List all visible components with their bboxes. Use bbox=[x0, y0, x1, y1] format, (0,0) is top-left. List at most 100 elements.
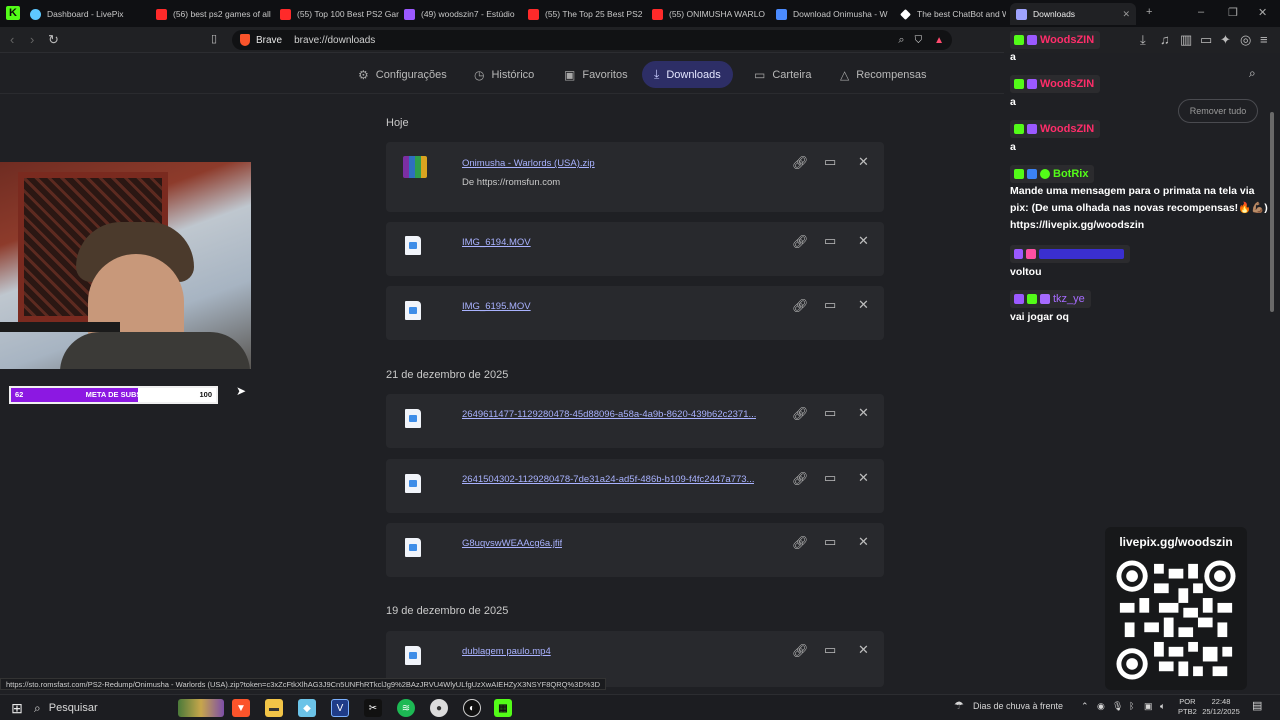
tab-downloads[interactable]: Downloads ✕ bbox=[1010, 3, 1136, 25]
tab-romsfun[interactable]: Download Onimusha - W bbox=[776, 3, 896, 25]
language-indicator[interactable]: POR PTB2 bbox=[1178, 697, 1197, 717]
file-name-link[interactable]: dublagem paulo.mp4 bbox=[462, 646, 551, 657]
brave-taskbar-icon[interactable]: ▼ bbox=[232, 699, 250, 717]
show-in-folder-icon[interactable]: ▭ bbox=[824, 297, 836, 313]
remove-item-icon[interactable]: ✕ bbox=[858, 405, 869, 421]
username: tkz_ye bbox=[1053, 293, 1085, 305]
remove-item-icon[interactable]: ✕ bbox=[858, 642, 869, 658]
vegas-icon[interactable]: V bbox=[331, 699, 349, 717]
clock[interactable]: 22:48 25/12/2025 bbox=[1201, 697, 1241, 717]
tab-livepix[interactable]: Dashboard - LivePix bbox=[30, 3, 152, 25]
file-name-link[interactable]: G8uqvswWEAAcg6a.jfif bbox=[462, 538, 562, 549]
copy-link-icon[interactable]: 🔗︎ bbox=[792, 535, 809, 551]
copy-link-icon[interactable]: 🔗︎ bbox=[792, 406, 809, 422]
show-in-folder-icon[interactable]: ▭ bbox=[824, 405, 836, 421]
music-icon[interactable]: ♫ bbox=[1160, 32, 1170, 47]
brave-shields-button-icon[interactable]: ⛉ bbox=[915, 35, 923, 46]
capcut-icon[interactable]: ✂ bbox=[364, 699, 382, 717]
show-in-folder-icon[interactable]: ▭ bbox=[824, 233, 836, 249]
obs-icon[interactable]: ◐ bbox=[463, 699, 481, 717]
nav-downloads[interactable]: ⤓ Downloads bbox=[642, 61, 733, 88]
back-icon[interactable]: ‹ bbox=[10, 32, 14, 47]
tray-app-icon[interactable]: ◉ bbox=[1097, 701, 1105, 712]
tab-youtube-1[interactable]: (56) best ps2 games of all bbox=[156, 3, 276, 25]
file-name-link[interactable]: IMG_6194.MOV bbox=[462, 237, 531, 248]
leo-ai-icon[interactable]: ✦ bbox=[1220, 32, 1231, 48]
windows-start-icon[interactable]: ⊞ bbox=[8, 699, 26, 717]
scrollbar-thumb[interactable] bbox=[1270, 112, 1274, 312]
file-name-link[interactable]: 2649611477-1129280478-45d88096-a58a-4a9b… bbox=[462, 409, 756, 420]
sidebar-icon[interactable]: ▥ bbox=[1180, 32, 1192, 48]
minimize-icon[interactable]: – bbox=[1198, 6, 1204, 18]
bookmark-icon[interactable]: ▯ bbox=[211, 32, 217, 45]
remove-item-icon[interactable]: ✕ bbox=[858, 154, 869, 170]
pcsx2-icon[interactable]: ▦ bbox=[494, 699, 512, 717]
tab-youtube-2[interactable]: (55) Top 100 Best PS2 Gar bbox=[280, 3, 400, 25]
file-name-link[interactable]: Onimusha - Warlords (USA).zip bbox=[462, 158, 595, 169]
restore-icon[interactable]: ❐ bbox=[1228, 6, 1238, 19]
scrollbar[interactable] bbox=[1269, 92, 1275, 688]
notification-icon[interactable]: ▤ bbox=[1252, 699, 1262, 712]
weather-text[interactable]: Dias de chuva à frente bbox=[973, 701, 1063, 711]
nav-history[interactable]: ◷ Histórico bbox=[462, 61, 546, 88]
zoom-icon[interactable]: ⌕ bbox=[898, 34, 904, 47]
tab-title: (55) ONIMUSHA WARLO bbox=[669, 9, 766, 19]
show-in-folder-icon[interactable]: ▭ bbox=[824, 470, 836, 486]
tab-youtube-4[interactable]: (55) ONIMUSHA WARLO bbox=[652, 3, 772, 25]
kick-logo-icon[interactable]: K bbox=[6, 6, 20, 20]
chat-username: WoodsZIN bbox=[1010, 120, 1101, 138]
remove-item-icon[interactable]: ✕ bbox=[858, 297, 869, 313]
file-explorer-icon[interactable]: ▬ bbox=[265, 699, 283, 717]
url-text[interactable]: brave://downloads bbox=[294, 35, 375, 46]
tab-chatbot[interactable]: The best ChatBot and W bbox=[900, 3, 1006, 25]
remove-item-icon[interactable]: ✕ bbox=[858, 233, 869, 249]
mouse-cursor-icon: ➤ bbox=[236, 384, 247, 398]
tab-studio[interactable]: (49) woodszin7 - Estúdio bbox=[404, 3, 524, 25]
copy-link-icon[interactable]: 🔗︎ bbox=[792, 643, 809, 659]
copy-link-icon[interactable]: 🔗︎ bbox=[792, 234, 809, 250]
mic-badge-icon bbox=[1027, 124, 1037, 134]
nav-wallet[interactable]: ▭ Carteira bbox=[742, 61, 823, 88]
close-window-icon[interactable]: ✕ bbox=[1258, 6, 1267, 19]
microphone-icon[interactable]: 🎙︎ bbox=[1112, 701, 1123, 712]
copy-link-icon[interactable]: 🔗︎ bbox=[792, 298, 809, 314]
show-in-folder-icon[interactable]: ▭ bbox=[824, 154, 836, 170]
studio-icon bbox=[404, 8, 415, 20]
tray-chevron-icon[interactable]: ⌃ bbox=[1081, 701, 1089, 712]
network-icon[interactable]: ▣ bbox=[1144, 701, 1153, 712]
show-in-folder-icon[interactable]: ▭ bbox=[824, 642, 836, 658]
show-in-folder-icon[interactable]: ▭ bbox=[824, 534, 836, 550]
copy-link-icon[interactable]: 🔗︎ bbox=[792, 471, 809, 487]
remove-item-icon[interactable]: ✕ bbox=[858, 534, 869, 550]
file-name-link[interactable]: IMG_6195.MOV bbox=[462, 301, 531, 312]
reload-icon[interactable]: ↻ bbox=[48, 32, 59, 48]
app-icon[interactable]: ◆ bbox=[298, 699, 316, 717]
forward-icon[interactable]: › bbox=[30, 32, 34, 47]
remove-item-icon[interactable]: ✕ bbox=[858, 470, 869, 486]
copy-link-icon[interactable]: 🔗︎ bbox=[792, 155, 809, 171]
nav-bookmarks[interactable]: ▣ Favoritos bbox=[552, 61, 640, 88]
discord-icon[interactable]: ● bbox=[430, 699, 448, 717]
nav-rewards[interactable]: △ Recompensas bbox=[828, 61, 939, 88]
youtube-icon bbox=[652, 8, 663, 20]
downloads-tab-icon bbox=[1016, 8, 1027, 20]
new-tab-icon[interactable]: + bbox=[1146, 6, 1152, 18]
tab-youtube-3[interactable]: (55) The Top 25 Best PS2 bbox=[528, 3, 648, 25]
download-icon[interactable]: ⤓ bbox=[1140, 32, 1146, 48]
nav-settings[interactable]: ⚙ Configurações bbox=[346, 61, 459, 88]
menu-icon[interactable]: ≡ bbox=[1260, 32, 1268, 47]
file-name-link[interactable]: 2641504302-1129280478-7de31a24-ad5f-486b… bbox=[462, 474, 754, 485]
search-icon[interactable]: ⌕ bbox=[1249, 66, 1256, 81]
weather-icon[interactable]: ☂ bbox=[954, 699, 964, 712]
taskbar-search[interactable]: ⌕ Pesquisar bbox=[34, 698, 224, 718]
spotify-icon[interactable]: ≋ bbox=[397, 699, 415, 717]
wallet-icon: ▭ bbox=[754, 67, 766, 82]
rewards-triangle-icon[interactable]: ▲ bbox=[934, 35, 944, 46]
vpn-icon[interactable]: ◎ bbox=[1240, 32, 1251, 48]
close-tab-icon[interactable]: ✕ bbox=[1122, 9, 1130, 20]
volume-icon[interactable]: 🔈︎ bbox=[1160, 701, 1165, 712]
bluetooth-icon[interactable]: ᛒ bbox=[1129, 701, 1134, 711]
address-bar[interactable]: Brave brave://downloads ⌕ ⛉ ▲ bbox=[232, 30, 952, 50]
youtube-icon bbox=[280, 8, 291, 20]
wallet-icon[interactable]: ▭ bbox=[1200, 32, 1212, 48]
